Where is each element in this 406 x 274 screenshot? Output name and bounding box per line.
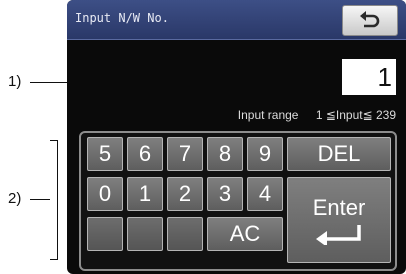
blank-key [127, 217, 163, 251]
enter-button[interactable]: Enter [287, 177, 391, 263]
key-9[interactable]: 9 [247, 137, 283, 171]
key-8[interactable]: 8 [207, 137, 243, 171]
callout-bracket-2 [50, 140, 58, 260]
callout-line-2 [30, 199, 50, 200]
range-text: 1 ≦Input≦ 239 [315, 108, 396, 122]
title-bar: Input N/W No. [67, 0, 406, 40]
key-3[interactable]: 3 [207, 177, 243, 211]
blank-key [87, 217, 123, 251]
key-2[interactable]: 2 [167, 177, 203, 211]
key-5[interactable]: 5 [87, 137, 123, 171]
callout-label-1: 1) [8, 73, 22, 90]
range-label: Input range [237, 108, 299, 122]
key-7[interactable]: 7 [167, 137, 203, 171]
key-0[interactable]: 0 [87, 177, 123, 211]
return-arrow-icon [360, 10, 380, 27]
page-title: Input N/W No. [75, 11, 169, 25]
enter-label: Enter [312, 195, 366, 220]
all-clear-button[interactable]: AC [207, 217, 283, 251]
back-button[interactable] [342, 5, 398, 36]
callout-label-2: 2) [8, 190, 22, 207]
numeric-keypad: 5 6 7 8 9 DEL 0 1 2 3 4 Enter AC [79, 131, 397, 271]
input-display: 1 [342, 59, 396, 95]
blank-key [167, 217, 203, 251]
key-4[interactable]: 4 [247, 177, 283, 211]
enter-arrow-icon [316, 225, 361, 245]
device-screen: Input N/W No. 1 Input range 1 ≦Input≦ 23… [67, 0, 406, 274]
input-range-info: Input range 1 ≦Input≦ 239 [238, 108, 396, 122]
key-1[interactable]: 1 [127, 177, 163, 211]
key-6[interactable]: 6 [127, 137, 163, 171]
delete-button[interactable]: DEL [287, 137, 391, 171]
